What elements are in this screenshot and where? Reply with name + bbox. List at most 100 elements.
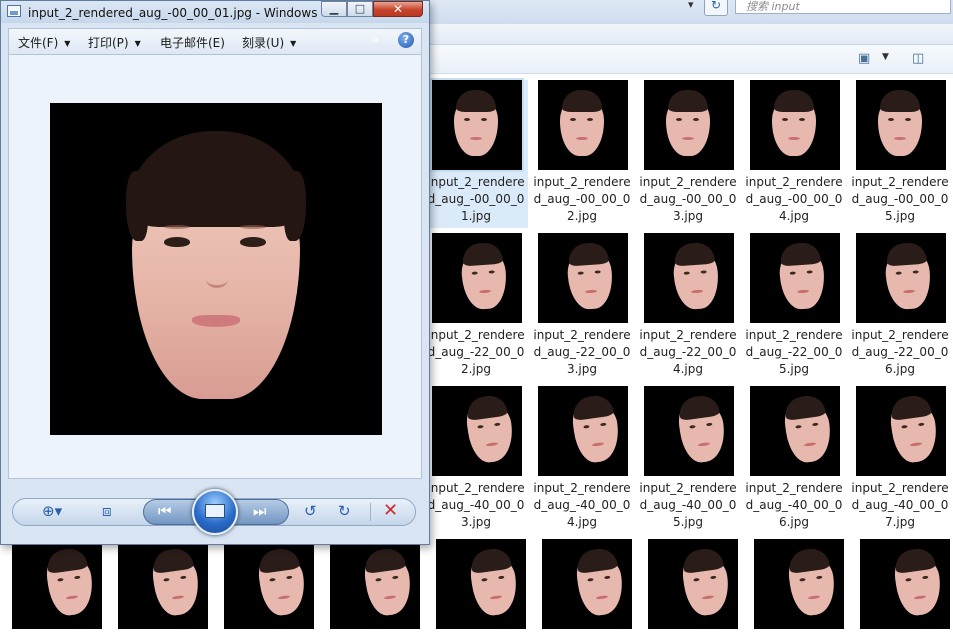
thumbnail-image	[224, 539, 314, 629]
thumbnail-item[interactable]	[852, 539, 953, 631]
photo-viewer-icon	[7, 5, 21, 17]
thumbnail-image	[538, 386, 628, 476]
menu-email[interactable]: 电子邮件(E)	[160, 34, 225, 51]
thumbnail-image	[330, 539, 420, 629]
thumbnail-image	[860, 539, 950, 629]
thumbnail-image	[542, 539, 632, 629]
thumbnail-item[interactable]: input_2_rendered_aug_-22_00_06.jpg	[848, 233, 952, 381]
rotate-left-icon[interactable]: ↺	[304, 502, 317, 520]
thumbnail-label: input_2_rendered_aug_-40_00_03.jpg	[427, 481, 525, 529]
control-bar: ⊕▾ ⧈ ⏮ ⏭ ↺ ↻ ✕	[8, 485, 422, 537]
thumbnail-image	[538, 233, 628, 323]
displayed-photo	[50, 103, 382, 435]
preview-pane-icon[interactable]: ◫	[912, 51, 924, 66]
refresh-button[interactable]: ↻	[704, 0, 728, 16]
change-view-icon[interactable]: ▣	[858, 51, 870, 66]
thumbnail-label: input_2_rendered_aug_-40_00_04.jpg	[533, 481, 631, 529]
thumbnail-item[interactable]	[640, 539, 744, 631]
previous-icon[interactable]: ⏮	[158, 502, 172, 520]
thumbnail-label: input_2_rendered_aug_-00_00_02.jpg	[533, 175, 631, 223]
thumbnail-image	[750, 80, 840, 170]
thumbnail-item[interactable]	[534, 539, 638, 631]
thumbnail-image	[436, 539, 526, 629]
thumbnail-image	[432, 386, 522, 476]
thumbnail-image	[750, 386, 840, 476]
thumbnail-label: input_2_rendered_aug_-00_00_05.jpg	[851, 175, 949, 223]
search-input[interactable]: 搜索 input	[735, 0, 951, 14]
thumbnail-item[interactable]: input_2_rendered_aug_-00_00_01.jpg	[424, 78, 528, 228]
thumbnail-image	[12, 539, 102, 629]
thumbnail-item[interactable]: input_2_rendered_aug_-40_00_06.jpg	[742, 386, 846, 534]
search-placeholder: 搜索 input	[746, 0, 800, 13]
address-dropdown-icon[interactable]: ▾	[688, 0, 694, 11]
help-icon[interactable]: ?	[398, 32, 414, 48]
thumbnail-label: input_2_rendered_aug_-00_00_04.jpg	[745, 175, 843, 223]
menu-file[interactable]: 文件(F) ▼	[18, 34, 70, 51]
explorer-view-bar: ▣ ▼ ◫	[430, 45, 953, 74]
thumbnail-image	[856, 80, 946, 170]
menu-burn[interactable]: 刻录(U) ▼	[242, 34, 296, 51]
thumbnail-item[interactable]: input_2_rendered_aug_-22_00_04.jpg	[636, 233, 740, 381]
thumbnail-label: input_2_rendered_aug_-22_00_03.jpg	[533, 328, 631, 376]
thumbnail-item[interactable]	[322, 539, 426, 631]
menu-print[interactable]: 打印(P) ▼	[88, 34, 141, 51]
photo-viewer-window: input_2_rendered_aug_-00_00_01.jpg - Win…	[0, 0, 430, 545]
next-icon[interactable]: ⏭	[253, 502, 267, 520]
title-bar[interactable]: input_2_rendered_aug_-00_00_01.jpg - Win…	[1, 1, 429, 23]
thumbnail-item[interactable]	[428, 539, 532, 631]
thumbnail-label: input_2_rendered_aug_-22_00_05.jpg	[745, 328, 843, 376]
slideshow-icon[interactable]	[192, 489, 238, 535]
thumbnail-item[interactable]: input_2_rendered_aug_-00_00_03.jpg	[636, 80, 740, 228]
zoom-icon[interactable]: ⊕▾	[42, 502, 62, 520]
thumbnail-item[interactable]: input_2_rendered_aug_-40_00_07.jpg	[848, 386, 952, 534]
fit-icon[interactable]: ⧈	[102, 502, 112, 520]
thumbnail-image	[538, 80, 628, 170]
thumbnail-image	[856, 233, 946, 323]
thumbnail-image	[644, 233, 734, 323]
thumbnail-label: input_2_rendered_aug_-22_00_06.jpg	[851, 328, 949, 376]
thumbnail-item[interactable]: input_2_rendered_aug_-00_00_04.jpg	[742, 80, 846, 228]
thumbnail-item[interactable]: input_2_rendered_aug_-00_00_05.jpg	[848, 80, 952, 228]
thumbnail-image	[644, 386, 734, 476]
thumbnail-item[interactable]: input_2_rendered_aug_-40_00_03.jpg	[424, 386, 528, 534]
thumbnail-label: input_2_rendered_aug_-22_00_02.jpg	[427, 328, 525, 376]
image-area	[8, 55, 422, 479]
thumbnail-item[interactable]: input_2_rendered_aug_-22_00_02.jpg	[424, 233, 528, 381]
rotate-right-icon[interactable]: ↻	[338, 502, 351, 520]
view-dropdown-icon[interactable]: ▼	[882, 52, 889, 62]
thumbnail-item[interactable]	[746, 539, 850, 631]
thumbnail-item[interactable]	[110, 539, 214, 631]
thumbnail-label: input_2_rendered_aug_-40_00_05.jpg	[639, 481, 737, 529]
thumbnail-label: input_2_rendered_aug_-22_00_04.jpg	[639, 328, 737, 376]
window-title: input_2_rendered_aug_-00_00_01.jpg - Win…	[28, 6, 320, 20]
thumbnail-image	[118, 539, 208, 629]
thumbnail-item[interactable]: input_2_rendered_aug_-40_00_05.jpg	[636, 386, 740, 534]
close-button[interactable]: ✕	[373, 1, 423, 17]
delete-icon[interactable]: ✕	[383, 500, 398, 521]
thumbnail-label: input_2_rendered_aug_-00_00_03.jpg	[639, 175, 737, 223]
thumbnail-label: input_2_rendered_aug_-00_00_01.jpg	[427, 175, 525, 223]
thumbnail-image	[644, 80, 734, 170]
explorer-toolbar	[430, 24, 953, 45]
thumbnail-item[interactable]: input_2_rendered_aug_-22_00_05.jpg	[742, 233, 846, 381]
thumbnail-image	[432, 233, 522, 323]
thumbnail-image	[754, 539, 844, 629]
thumbnail-image	[856, 386, 946, 476]
menu-bar: 文件(F) ▼ 打印(P) ▼ 电子邮件(E) 刻录(U) ▼ » ?	[8, 28, 422, 55]
thumbnail-item[interactable]: input_2_rendered_aug_-00_00_02.jpg	[530, 80, 634, 228]
thumbnail-item[interactable]	[4, 539, 108, 631]
face-image	[126, 131, 306, 401]
more-chevron-icon[interactable]: »	[371, 32, 380, 48]
thumbnail-image	[648, 539, 738, 629]
thumbnail-item[interactable]	[216, 539, 320, 631]
thumbnail-item[interactable]: input_2_rendered_aug_-40_00_04.jpg	[530, 386, 634, 534]
thumbnail-item[interactable]: input_2_rendered_aug_-22_00_03.jpg	[530, 233, 634, 381]
maximize-button[interactable]: □	[347, 1, 373, 17]
thumbnail-image	[430, 78, 524, 172]
thumbnail-label: input_2_rendered_aug_-40_00_07.jpg	[851, 481, 949, 529]
explorer-address-bar: ▾ ↻ 搜索 input	[430, 0, 953, 25]
thumbnail-image	[750, 233, 840, 323]
thumbnail-label: input_2_rendered_aug_-40_00_06.jpg	[745, 481, 843, 529]
minimize-button[interactable]: ▁	[321, 1, 347, 17]
divider	[370, 503, 371, 521]
